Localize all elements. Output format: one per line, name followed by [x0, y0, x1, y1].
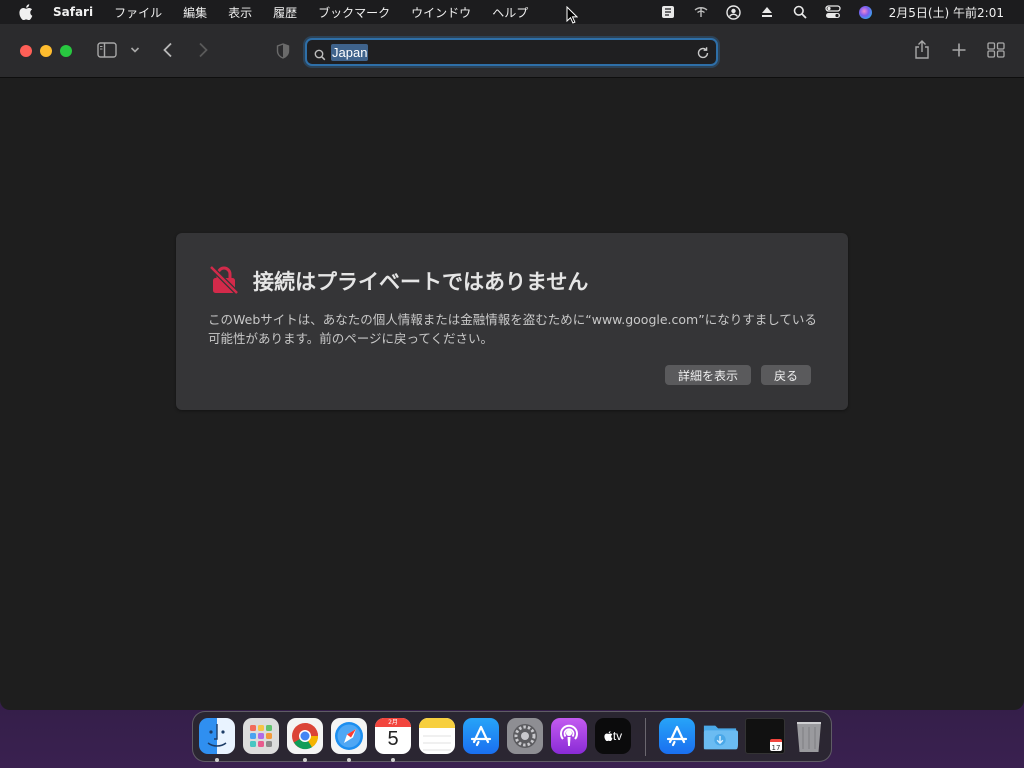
reload-icon[interactable] [696, 45, 710, 64]
calendar-icon[interactable]: 2月 5 [375, 718, 411, 754]
notes-icon[interactable] [419, 718, 455, 754]
app-store-icon[interactable] [463, 718, 499, 754]
error-title: 接続はプライベートではありません [253, 270, 589, 294]
tab-overview-icon[interactable] [987, 42, 1005, 58]
menu-bookmarks[interactable]: ブックマーク [318, 4, 390, 21]
forward-arrow-icon[interactable] [197, 42, 209, 58]
back-arrow-icon[interactable] [162, 42, 174, 58]
share-icon[interactable] [914, 40, 930, 60]
calendar-running-dot [391, 758, 395, 762]
menu-window[interactable]: ウインドウ [411, 4, 471, 21]
chrome-icon[interactable] [287, 718, 323, 754]
show-details-button[interactable]: 詳細を表示 [665, 365, 751, 385]
apple-tv-label: tv [612, 729, 623, 743]
eject-icon[interactable] [759, 4, 775, 20]
spotlight-search-icon[interactable] [792, 4, 808, 20]
privacy-error-card: 接続はプライベートではありません このWebサイトは、あなたの個人情報または金融… [176, 233, 848, 410]
new-tab-plus-icon[interactable] [951, 42, 967, 58]
control-center-icon[interactable] [824, 4, 841, 20]
calendar-day: 5 [387, 728, 399, 750]
menu-safari[interactable]: Safari [53, 5, 93, 19]
dictionary-icon[interactable] [660, 4, 676, 20]
menu-history[interactable]: 履歴 [273, 4, 297, 21]
menu-edit[interactable]: 編集 [183, 4, 207, 21]
downloads-folder-icon[interactable] [702, 718, 738, 754]
finder-icon[interactable] [199, 718, 235, 754]
chrome-running-dot [303, 758, 307, 762]
launchpad-icon[interactable] [243, 718, 279, 754]
podcasts-icon[interactable] [551, 718, 587, 754]
go-back-button[interactable]: 戻る [761, 365, 811, 385]
broken-lock-icon [208, 264, 240, 300]
search-icon [314, 46, 326, 65]
siri-icon[interactable] [858, 4, 874, 20]
safari-running-dot [347, 758, 351, 762]
apple-tv-icon[interactable]: tv [595, 718, 631, 754]
wifi-off-icon[interactable] [693, 4, 709, 20]
system-preferences-icon[interactable] [507, 718, 543, 754]
menu-view[interactable]: 表示 [228, 4, 252, 21]
trash-icon[interactable] [791, 718, 827, 754]
user-account-icon[interactable] [726, 4, 742, 20]
app-store-stack-icon[interactable] [659, 718, 695, 754]
window-minimize-button[interactable] [40, 45, 52, 57]
menu-bar: Safari ファイル 編集 表示 履歴 ブックマーク ウインドウ ヘルプ 2月… [0, 0, 1024, 24]
safari-toolbar: Japan [0, 24, 1024, 78]
sidebar-toggle-icon[interactable] [97, 42, 117, 58]
safari-icon[interactable] [331, 718, 367, 754]
finder-running-dot [215, 758, 219, 762]
chevron-down-icon[interactable] [130, 46, 140, 54]
privacy-shield-icon[interactable] [276, 43, 290, 59]
menu-help[interactable]: ヘルプ [492, 4, 528, 21]
error-description: このWebサイトは、あなたの個人情報または金融情報を盗むために“www.goog… [208, 312, 817, 346]
apple-menu-icon[interactable] [19, 4, 37, 20]
calendar-month: 2月 [375, 718, 411, 727]
address-input-selection[interactable]: Japan [331, 44, 369, 61]
safari-window: Japan 接続はプライベートではありません このWebサイトは、あなたの個人情… [0, 24, 1024, 710]
window-close-button[interactable] [20, 45, 32, 57]
menu-file[interactable]: ファイル [114, 4, 162, 21]
dock: 2月 5 tv 17 [192, 711, 832, 762]
dock-separator [645, 718, 646, 756]
calendar-badge: 17 [770, 739, 782, 752]
minimized-window-thumbnail[interactable]: 17 [745, 718, 785, 754]
menu-clock[interactable]: 2月5日(土) 午前2:01 [889, 4, 1004, 21]
window-maximize-button[interactable] [60, 45, 72, 57]
address-bar[interactable]: Japan [305, 38, 718, 66]
